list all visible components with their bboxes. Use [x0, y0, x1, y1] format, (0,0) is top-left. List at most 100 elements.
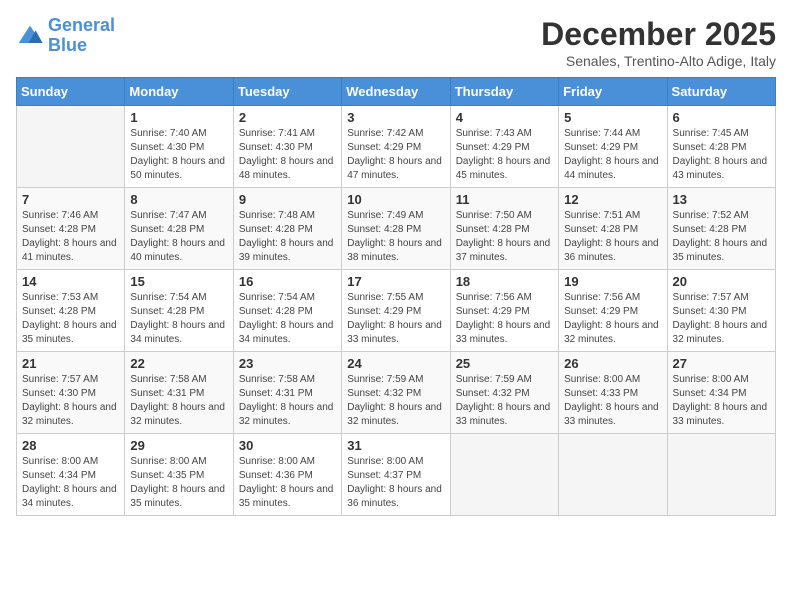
calendar-cell: 22 Sunrise: 7:58 AMSunset: 4:31 PMDayligh… [125, 352, 233, 434]
day-number: 5 [564, 110, 661, 125]
day-number: 15 [130, 274, 227, 289]
day-number: 21 [22, 356, 119, 371]
day-number: 23 [239, 356, 336, 371]
calendar-cell [559, 434, 667, 516]
day-info: Sunrise: 7:46 AMSunset: 4:28 PMDaylight:… [22, 209, 119, 265]
calendar-week-row: 28Sunrise: 8:00 AMSunset: 4:34 PMDayligh… [17, 434, 776, 516]
calendar-cell: 2 Sunrise: 7:41 AMSunset: 4:30 PMDaylight… [233, 106, 341, 188]
logo-line2: Blue [48, 35, 87, 55]
day-number: 13 [673, 192, 770, 207]
calendar-cell: 10 Sunrise: 7:49 AMSunset: 4:28 PMDayligh… [342, 188, 450, 270]
calendar-week-row: 1 Sunrise: 7:40 AMSunset: 4:30 PMDaylight… [17, 106, 776, 188]
calendar-day-header: Wednesday [342, 78, 450, 106]
day-number: 7 [22, 192, 119, 207]
calendar-day-header: Friday [559, 78, 667, 106]
calendar-week-row: 7 Sunrise: 7:46 AMSunset: 4:28 PMDaylight… [17, 188, 776, 270]
calendar-cell [17, 106, 125, 188]
day-info: Sunrise: 7:58 AMSunset: 4:31 PMDaylight:… [239, 373, 336, 429]
calendar-day-header: Monday [125, 78, 233, 106]
day-number: 2 [239, 110, 336, 125]
day-info: Sunrise: 7:48 AMSunset: 4:28 PMDaylight:… [239, 209, 336, 265]
day-info: Sunrise: 7:56 AMSunset: 4:29 PMDaylight:… [456, 291, 553, 347]
day-info: Sunrise: 7:52 AMSunset: 4:28 PMDaylight:… [673, 209, 770, 265]
day-info: Sunrise: 7:55 AMSunset: 4:29 PMDaylight:… [347, 291, 444, 347]
day-number: 20 [673, 274, 770, 289]
day-number: 3 [347, 110, 444, 125]
day-number: 29 [130, 438, 227, 453]
calendar-cell: 9Sunrise: 7:48 AMSunset: 4:28 PMDaylight… [233, 188, 341, 270]
calendar-cell: 26 Sunrise: 8:00 AMSunset: 4:33 PMDayligh… [559, 352, 667, 434]
calendar-cell: 30 Sunrise: 8:00 AMSunset: 4:36 PMDayligh… [233, 434, 341, 516]
calendar-cell: 3Sunrise: 7:42 AMSunset: 4:29 PMDaylight… [342, 106, 450, 188]
calendar-week-row: 14 Sunrise: 7:53 AMSunset: 4:28 PMDayligh… [17, 270, 776, 352]
day-number: 22 [130, 356, 227, 371]
day-number: 17 [347, 274, 444, 289]
logo-text: General Blue [48, 16, 115, 56]
calendar-cell: 1 Sunrise: 7:40 AMSunset: 4:30 PMDaylight… [125, 106, 233, 188]
logo: General Blue [16, 16, 115, 56]
day-number: 12 [564, 192, 661, 207]
calendar-cell: 8Sunrise: 7:47 AMSunset: 4:28 PMDaylight… [125, 188, 233, 270]
calendar-cell: 15 Sunrise: 7:54 AMSunset: 4:28 PMDayligh… [125, 270, 233, 352]
day-number: 4 [456, 110, 553, 125]
day-number: 27 [673, 356, 770, 371]
calendar-cell: 20 Sunrise: 7:57 AMSunset: 4:30 PMDayligh… [667, 270, 775, 352]
day-number: 19 [564, 274, 661, 289]
calendar-cell: 16 Sunrise: 7:54 AMSunset: 4:28 PMDayligh… [233, 270, 341, 352]
calendar-cell [450, 434, 558, 516]
day-info: Sunrise: 7:44 AMSunset: 4:29 PMDaylight:… [564, 127, 661, 183]
calendar-cell: 11 Sunrise: 7:50 AMSunset: 4:28 PMDayligh… [450, 188, 558, 270]
day-number: 31 [347, 438, 444, 453]
location-subtitle: Senales, Trentino-Alto Adige, Italy [541, 53, 776, 69]
day-info: Sunrise: 7:43 AMSunset: 4:29 PMDaylight:… [456, 127, 553, 183]
calendar-day-header: Thursday [450, 78, 558, 106]
day-info: Sunrise: 7:54 AMSunset: 4:28 PMDaylight:… [130, 291, 227, 347]
day-number: 24 [347, 356, 444, 371]
calendar-cell: 14 Sunrise: 7:53 AMSunset: 4:28 PMDayligh… [17, 270, 125, 352]
day-info: Sunrise: 7:58 AMSunset: 4:31 PMDaylight:… [130, 373, 227, 429]
calendar-cell [667, 434, 775, 516]
calendar-cell: 24Sunrise: 7:59 AMSunset: 4:32 PMDayligh… [342, 352, 450, 434]
day-number: 30 [239, 438, 336, 453]
calendar-cell: 27 Sunrise: 8:00 AMSunset: 4:34 PMDayligh… [667, 352, 775, 434]
calendar-cell: 25Sunrise: 7:59 AMSunset: 4:32 PMDayligh… [450, 352, 558, 434]
calendar-cell: 29 Sunrise: 8:00 AMSunset: 4:35 PMDayligh… [125, 434, 233, 516]
day-number: 26 [564, 356, 661, 371]
calendar-cell: 12 Sunrise: 7:51 AMSunset: 4:28 PMDayligh… [559, 188, 667, 270]
day-number: 1 [130, 110, 227, 125]
day-info: Sunrise: 7:57 AMSunset: 4:30 PMDaylight:… [673, 291, 770, 347]
day-number: 10 [347, 192, 444, 207]
day-info: Sunrise: 8:00 AMSunset: 4:36 PMDaylight:… [239, 455, 336, 511]
day-info: Sunrise: 7:51 AMSunset: 4:28 PMDaylight:… [564, 209, 661, 265]
day-number: 18 [456, 274, 553, 289]
day-info: Sunrise: 7:53 AMSunset: 4:28 PMDaylight:… [22, 291, 119, 347]
calendar-cell: 5 Sunrise: 7:44 AMSunset: 4:29 PMDaylight… [559, 106, 667, 188]
calendar-cell: 4 Sunrise: 7:43 AMSunset: 4:29 PMDaylight… [450, 106, 558, 188]
calendar-cell: 21Sunrise: 7:57 AMSunset: 4:30 PMDayligh… [17, 352, 125, 434]
calendar-cell: 18 Sunrise: 7:56 AMSunset: 4:29 PMDayligh… [450, 270, 558, 352]
day-info: Sunrise: 7:41 AMSunset: 4:30 PMDaylight:… [239, 127, 336, 183]
day-info: Sunrise: 8:00 AMSunset: 4:35 PMDaylight:… [130, 455, 227, 511]
day-info: Sunrise: 7:54 AMSunset: 4:28 PMDaylight:… [239, 291, 336, 347]
calendar-cell: 19 Sunrise: 7:56 AMSunset: 4:29 PMDayligh… [559, 270, 667, 352]
day-info: Sunrise: 7:50 AMSunset: 4:28 PMDaylight:… [456, 209, 553, 265]
day-number: 16 [239, 274, 336, 289]
day-info: Sunrise: 7:40 AMSunset: 4:30 PMDaylight:… [130, 127, 227, 183]
day-info: Sunrise: 7:56 AMSunset: 4:29 PMDaylight:… [564, 291, 661, 347]
day-number: 8 [130, 192, 227, 207]
calendar-cell: 13 Sunrise: 7:52 AMSunset: 4:28 PMDayligh… [667, 188, 775, 270]
day-info: Sunrise: 7:45 AMSunset: 4:28 PMDaylight:… [673, 127, 770, 183]
day-info: Sunrise: 8:00 AMSunset: 4:34 PMDaylight:… [673, 373, 770, 429]
month-title: December 2025 [541, 16, 776, 53]
calendar-header-row: SundayMondayTuesdayWednesdayThursdayFrid… [17, 78, 776, 106]
day-info: Sunrise: 8:00 AMSunset: 4:34 PMDaylight:… [22, 455, 119, 511]
calendar-day-header: Tuesday [233, 78, 341, 106]
day-info: Sunrise: 8:00 AMSunset: 4:33 PMDaylight:… [564, 373, 661, 429]
calendar-cell: 7 Sunrise: 7:46 AMSunset: 4:28 PMDaylight… [17, 188, 125, 270]
calendar-day-header: Saturday [667, 78, 775, 106]
calendar-cell: 6Sunrise: 7:45 AMSunset: 4:28 PMDaylight… [667, 106, 775, 188]
day-info: Sunrise: 7:49 AMSunset: 4:28 PMDaylight:… [347, 209, 444, 265]
day-number: 14 [22, 274, 119, 289]
day-number: 11 [456, 192, 553, 207]
day-number: 25 [456, 356, 553, 371]
